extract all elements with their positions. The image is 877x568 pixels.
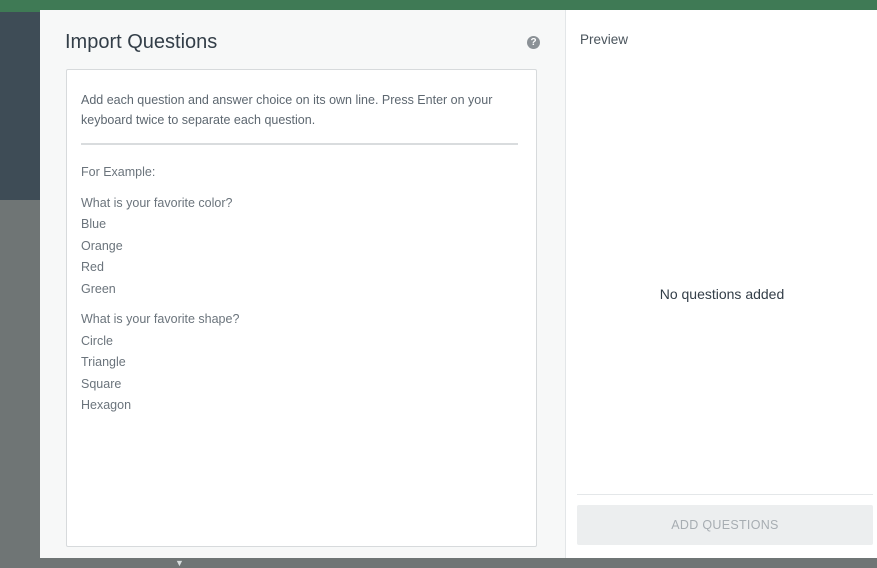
- import-instructions: Add each question and answer choice on i…: [81, 93, 493, 127]
- example-answer: Square: [81, 376, 122, 391]
- background-footer: [40, 558, 877, 568]
- example-label: For Example:: [81, 165, 156, 179]
- example-answer: Hexagon: [81, 398, 132, 412]
- questions-textarea[interactable]: Add each question and answer choice on i…: [66, 69, 537, 547]
- preview-pane: Preview No questions added ADD QUESTIONS: [565, 10, 877, 558]
- example-question: What is your favorite shape?: [81, 312, 240, 326]
- question-circle-icon[interactable]: ?: [527, 36, 540, 49]
- example-answer: Circle: [81, 333, 113, 348]
- import-editor-pane: Import Questions ? Add each question and…: [40, 10, 564, 558]
- add-questions-button[interactable]: ADD QUESTIONS: [577, 505, 873, 545]
- import-questions-modal: Import Questions ? Add each question and…: [40, 10, 877, 558]
- example-block: For Example: What is your favorite color…: [81, 162, 521, 417]
- example-question: What is your favorite color?: [81, 195, 233, 210]
- preview-footer-divider: [577, 494, 873, 495]
- chevron-down-icon: ▼: [175, 558, 184, 568]
- preview-label: Preview: [580, 32, 629, 47]
- empty-preview-message: No questions added: [659, 286, 785, 302]
- example-answer: Red: [81, 260, 104, 274]
- instructions-divider: [81, 143, 518, 145]
- modal-title: Import Questions: [65, 31, 218, 53]
- background-sidebar-lower: [0, 200, 40, 568]
- example-answer: Blue: [81, 217, 107, 231]
- example-answer: Triangle: [81, 355, 126, 369]
- example-answer: Orange: [81, 238, 123, 253]
- example-answer: Green: [81, 281, 116, 296]
